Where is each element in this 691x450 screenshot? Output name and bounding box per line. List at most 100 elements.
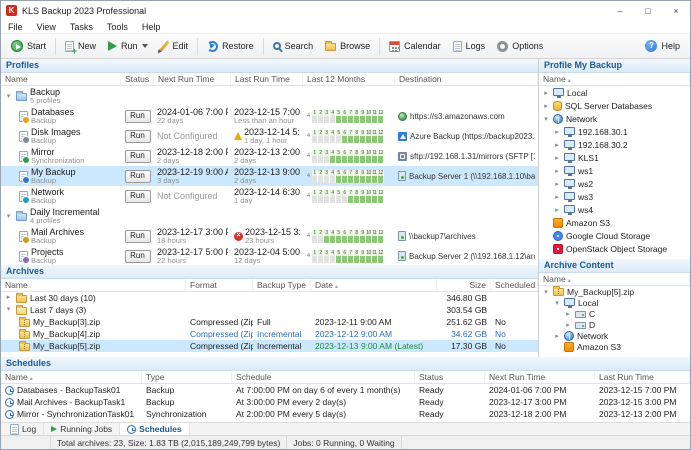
tree-item-my-backup-5-zip[interactable]: ▾My_Backup[5].zip [539,286,690,297]
tab-schedules[interactable]: Schedules [120,423,190,435]
chevron-right-icon[interactable]: ▸ [542,102,550,110]
schedule-row[interactable]: Mirror - SynchronizationTask01Synchroniz… [1,408,690,420]
toolbar-new-button[interactable]: New [59,38,102,55]
profile-row[interactable]: My BackupBackupRun2023-12-19 9:00 AM3 da… [1,166,538,186]
profile-row[interactable]: DatabasesBackupRun2024-01-06 7:00 PM22 d… [1,106,538,126]
tree-item-192-168-30-2[interactable]: ▸192.168.30.2 [539,138,690,151]
column-header-next-run-time[interactable]: Next Run Time [485,371,595,383]
menu-item-file[interactable]: File [1,22,30,32]
column-header-last-12-months[interactable]: Last 12 Months [303,73,395,85]
run-button[interactable]: Run [125,150,151,163]
tree-item-ws3[interactable]: ▸ws3 [539,190,690,203]
toolbar-search-button[interactable]: Search [267,38,320,54]
maximize-button[interactable]: □ [634,1,662,20]
column-header-status[interactable]: Status [415,371,485,383]
archive-row[interactable]: My_Backup[3].zipCompressed (Zip)Full2023… [1,316,538,328]
chevron-right-icon[interactable]: ▸ [553,206,561,214]
toolbar-browse-button[interactable]: Browse [319,38,376,54]
minimize-button[interactable]: – [606,1,634,20]
toolbar-run-button[interactable]: Run [102,38,154,54]
run-button[interactable]: Run [125,190,151,203]
menu-item-view[interactable]: View [30,22,63,32]
toolbar-restore-button[interactable]: Restore [201,38,260,55]
tree-item-sql-server-databases[interactable]: ▸SQL Server Databases [539,99,690,112]
column-header-date[interactable]: Date [311,279,437,291]
chevron-down-icon[interactable]: ▾ [4,212,13,220]
menu-item-tasks[interactable]: Tasks [63,22,100,32]
chevron-right-icon[interactable]: ▸ [4,292,13,304]
column-header-name[interactable]: Name [539,73,690,85]
column-header-size[interactable]: Size [437,279,491,291]
chevron-right-icon[interactable]: ▸ [553,128,561,136]
run-button[interactable]: Run [125,110,151,123]
profile-row[interactable]: Mail ArchivesBackupRun2023-12-17 3:00 PM… [1,226,538,246]
chevron-right-icon[interactable]: ▸ [553,167,561,175]
toolbar-options-button[interactable]: Options [491,38,549,55]
toolbar-edit-button[interactable]: Edit [154,37,195,55]
profile-group-row[interactable]: ▾Daily Incremental4 profiles [1,206,538,226]
profile-row[interactable]: ProjectsBackupRun2023-12-17 5:00 PM22 ho… [1,246,538,265]
column-header-format[interactable]: Format [186,279,253,291]
column-header-name[interactable]: Name [1,371,142,383]
column-header-backup-type[interactable]: Backup Type [253,279,311,291]
chevron-right-icon[interactable]: ▸ [564,321,572,329]
toolbar-help-button[interactable]: Help [639,37,686,55]
run-button[interactable]: Run [125,170,151,183]
chevron-right-icon[interactable]: ▸ [553,141,561,149]
profile-row[interactable]: MirrorSynchronizationRun2023-12-18 2:00 … [1,146,538,166]
column-header-name[interactable]: Name [1,73,121,85]
tree-item-local[interactable]: ▸Local [539,86,690,99]
chevron-down-icon[interactable]: ▾ [4,92,13,100]
tree-item-c[interactable]: ▸C [539,308,690,319]
column-header-last-run-time[interactable]: Last Run Time [595,371,690,383]
chevron-right-icon[interactable]: ▸ [553,332,561,340]
toolbar-start-button[interactable]: Start [5,37,52,55]
tree-item-kls1[interactable]: ▸KLS1 [539,151,690,164]
column-header-name[interactable]: Name [539,273,690,285]
chevron-down-icon[interactable]: ▾ [4,304,13,316]
menu-item-tools[interactable]: Tools [100,22,135,32]
profile-row[interactable]: NetworkBackupRunNot Configured2023-12-14… [1,186,538,206]
archive-group-row[interactable]: ▾Last 7 days (3)303.54 GB [1,304,538,316]
tab-running-jobs[interactable]: Running Jobs [44,423,120,435]
column-header-schedule[interactable]: Schedule [232,371,415,383]
tree-item-ws4[interactable]: ▸ws4 [539,203,690,216]
tree-item-openstack-object-storage[interactable]: OpenStack Object Storage [539,242,690,255]
tree-item-amazon-s3[interactable]: Amazon S3 [539,216,690,229]
column-header-last-run-time[interactable]: Last Run Time [231,73,303,85]
run-button[interactable]: Run [125,130,151,143]
chevron-right-icon[interactable]: ▸ [553,154,561,162]
tree-item-192-168-30-1[interactable]: ▸192.168.30.1 [539,125,690,138]
run-button[interactable]: Run [125,230,151,243]
schedule-row[interactable]: Mail Archives - BackupTask1BackupAt 3:00… [1,396,690,408]
archive-row[interactable]: My_Backup[5].zipCompressed (Zip)Incremen… [1,340,538,352]
schedule-row[interactable]: Databases - BackupTask01BackupAt 7:00:00… [1,384,690,396]
archive-group-row[interactable]: ▸Last 30 days (10)346.80 GB [1,292,538,304]
chevron-right-icon[interactable]: ▸ [564,310,572,318]
tree-item-local[interactable]: ▾Local [539,297,690,308]
archive-row[interactable]: My_Backup[4].zipCompressed (Zip)Incremen… [1,328,538,340]
tree-item-amazon-s3[interactable]: Amazon S3 [539,341,690,352]
menu-item-help[interactable]: Help [135,22,168,32]
column-header-name[interactable]: Name [1,279,186,291]
run-button[interactable]: Run [125,250,151,263]
chevron-right-icon[interactable]: ▸ [553,180,561,188]
column-header-scheduled[interactable]: Scheduled [491,279,538,291]
chevron-right-icon[interactable]: ▸ [542,89,550,97]
chevron-down-icon[interactable]: ▾ [542,115,550,123]
toolbar-logs-button[interactable]: Logs [447,38,492,55]
profile-row[interactable]: Disk ImagesBackupRunNot Configured2023-1… [1,126,538,146]
toolbar-calendar-button[interactable]: Calendar [383,38,447,55]
tree-item-network[interactable]: ▾Network [539,112,690,125]
close-button[interactable]: × [662,1,690,20]
column-header-status[interactable]: Status [121,73,154,85]
tree-item-d[interactable]: ▸D [539,319,690,330]
tree-item-ws1[interactable]: ▸ws1 [539,164,690,177]
chevron-down-icon[interactable]: ▾ [553,299,561,307]
tree-item-network[interactable]: ▸Network [539,330,690,341]
tree-item-google-cloud-storage[interactable]: Google Cloud Storage [539,229,690,242]
column-header-type[interactable]: Type [142,371,232,383]
profile-group-row[interactable]: ▾Backup5 profiles [1,86,538,106]
tree-item-ws2[interactable]: ▸ws2 [539,177,690,190]
column-header-destination[interactable]: Destination [395,73,538,85]
